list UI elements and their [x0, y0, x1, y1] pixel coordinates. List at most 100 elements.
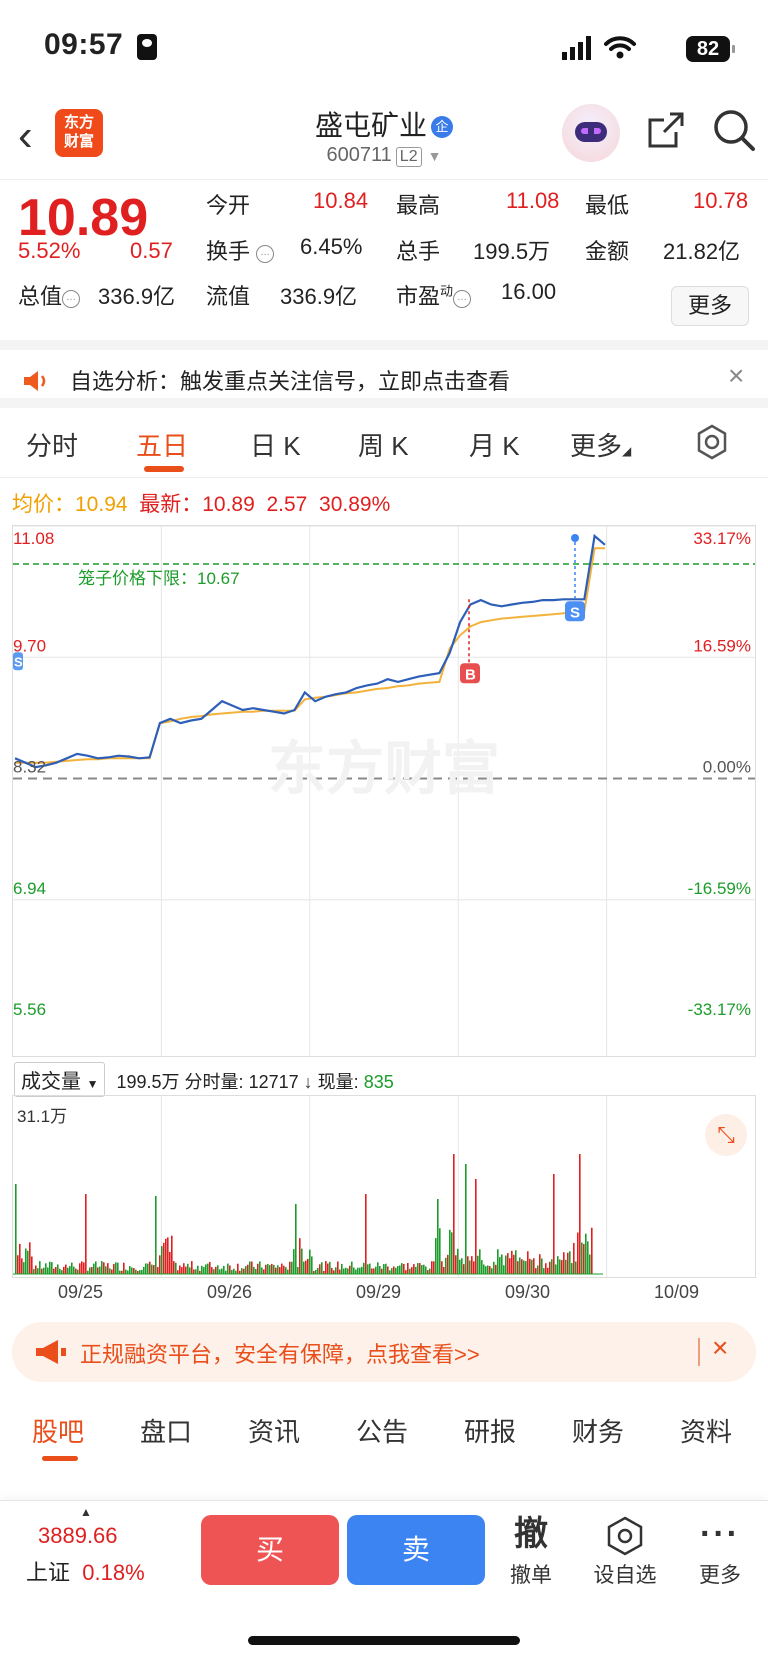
volume-bar	[407, 1263, 409, 1274]
expand-icon[interactable]: ⤡	[705, 1114, 747, 1156]
change-percent: 5.52%	[18, 238, 81, 263]
volume-bar	[315, 1270, 317, 1274]
volume-bar	[153, 1265, 155, 1274]
volume-bar	[333, 1270, 335, 1274]
cancel-icon: 撤	[514, 1515, 548, 1553]
volume-bar	[65, 1264, 67, 1274]
volume-bar	[537, 1265, 539, 1274]
volume-bar	[269, 1265, 271, 1274]
volume-bar	[387, 1266, 389, 1274]
active-tab-indicator	[42, 1456, 78, 1461]
tab-intraday[interactable]: 分时	[26, 426, 78, 463]
share-icon[interactable]	[646, 110, 686, 150]
sell-button[interactable]: 卖	[347, 1515, 485, 1585]
ai-assistant-avatar[interactable]	[562, 104, 620, 162]
volume-bar	[505, 1255, 507, 1274]
volume-bar	[293, 1249, 295, 1274]
volume-bar	[381, 1268, 383, 1274]
tab-news[interactable]: 资讯	[248, 1412, 300, 1449]
volume-bar	[57, 1264, 59, 1274]
volume-bar	[325, 1261, 327, 1274]
volume-bar	[143, 1266, 145, 1274]
tab-daily-k[interactable]: 日 K	[250, 426, 301, 463]
price-point	[571, 534, 579, 542]
volume-bar	[185, 1266, 187, 1274]
volume-bar	[371, 1268, 373, 1274]
notice-banner[interactable]: 自选分析：触发重点关注信号，立即点击查看 ×	[0, 340, 768, 408]
tab-weekly-k[interactable]: 周 K	[358, 426, 409, 463]
tab-profile[interactable]: 资料	[680, 1412, 732, 1449]
info-icon[interactable]: …	[62, 290, 81, 308]
volume-bar	[171, 1235, 173, 1274]
more-button[interactable]: ··· 更多	[680, 1509, 760, 1589]
latest-change: 2.57	[266, 493, 308, 516]
volume-bar	[21, 1258, 23, 1274]
volume-bar	[365, 1194, 367, 1274]
volume-bar	[385, 1263, 387, 1274]
add-watchlist-button[interactable]: 设自选	[585, 1509, 665, 1589]
tab-monthly-k[interactable]: 月 K	[469, 426, 520, 463]
tab-finance[interactable]: 财务	[572, 1412, 624, 1449]
volume-bar	[465, 1164, 467, 1274]
cancel-order-button[interactable]: 撤 撤单	[491, 1509, 571, 1589]
volume-bar	[555, 1264, 557, 1274]
volume-bar	[139, 1270, 141, 1274]
volume-bar	[539, 1254, 541, 1274]
date-label: 10/09	[654, 1282, 700, 1302]
price-summary-row: 均价：10.94 最新：10.89 2.57 30.89%	[12, 488, 390, 518]
active-tab-indicator	[144, 466, 184, 472]
volume-bar	[175, 1262, 177, 1274]
volume-bar	[429, 1268, 431, 1274]
more-quote-button[interactable]: 更多	[671, 286, 749, 326]
volume-bar	[527, 1251, 529, 1274]
promo-divider	[698, 1338, 700, 1366]
volume-bar	[279, 1267, 281, 1274]
y-tick-label-right: 16.59%	[693, 636, 751, 655]
promo-banner[interactable]: 正规融资平台，安全有保障，点我查看>> ×	[12, 1322, 756, 1382]
chevron-down-icon: ▼	[427, 148, 442, 164]
info-icon[interactable]: …	[453, 290, 472, 308]
volume-bar	[589, 1254, 591, 1274]
volume-chart[interactable]: 31.1万 ⤡	[12, 1095, 756, 1278]
market-cap-label: 总值…	[18, 279, 81, 311]
status-bar: 09:57 82	[0, 0, 768, 96]
volume-bar	[377, 1262, 379, 1274]
volume-bar	[473, 1261, 475, 1274]
tab-pankou[interactable]: 盘口	[140, 1412, 192, 1449]
volume-bar	[383, 1264, 385, 1274]
volume-bar	[591, 1227, 593, 1274]
volume-bar	[287, 1269, 289, 1274]
search-icon[interactable]	[712, 108, 756, 152]
close-icon[interactable]: ×	[728, 360, 744, 392]
volume-bar	[115, 1262, 117, 1274]
volume-bar	[585, 1233, 587, 1274]
y-tick-label-right: 0.00%	[703, 758, 751, 777]
info-icon[interactable]: …	[256, 245, 275, 263]
volume-bar	[503, 1265, 505, 1274]
volume-bar	[193, 1269, 195, 1274]
close-icon[interactable]: ×	[712, 1332, 728, 1364]
tab-guba[interactable]: 股吧	[32, 1412, 84, 1449]
float-cap-value: 336.9亿	[280, 284, 358, 309]
volume-bar	[369, 1263, 371, 1274]
volume-bar	[297, 1267, 299, 1274]
avg-label: 均价：	[12, 493, 75, 516]
volume-bar	[231, 1269, 233, 1274]
index-row[interactable]: 上证 0.18%	[26, 1555, 145, 1587]
level2-badge: L2	[395, 147, 422, 167]
volume-bar	[37, 1268, 39, 1274]
gear-icon[interactable]	[694, 424, 730, 460]
more-dots-icon: ···	[700, 1515, 740, 1553]
price-chart[interactable]: 笼子价格下限：10.67 东方财富 11.08 9.70 8.32 6.94 5.56 33.…	[12, 525, 756, 1057]
tab-research[interactable]: 研报	[464, 1412, 516, 1449]
tab-more[interactable]: 更多◢	[570, 426, 631, 463]
volume-bar	[257, 1263, 259, 1274]
index-value[interactable]: 3889.66	[38, 1523, 118, 1549]
volume-bar	[95, 1261, 97, 1274]
tab-announcements[interactable]: 公告	[356, 1412, 408, 1449]
buy-button[interactable]: 买	[201, 1515, 339, 1585]
volume-bar	[543, 1268, 545, 1274]
volume-bar	[247, 1264, 249, 1274]
tab-five-day[interactable]: 五日	[136, 426, 188, 463]
volume-indicator-select[interactable]: 成交量 ▼	[14, 1062, 106, 1097]
